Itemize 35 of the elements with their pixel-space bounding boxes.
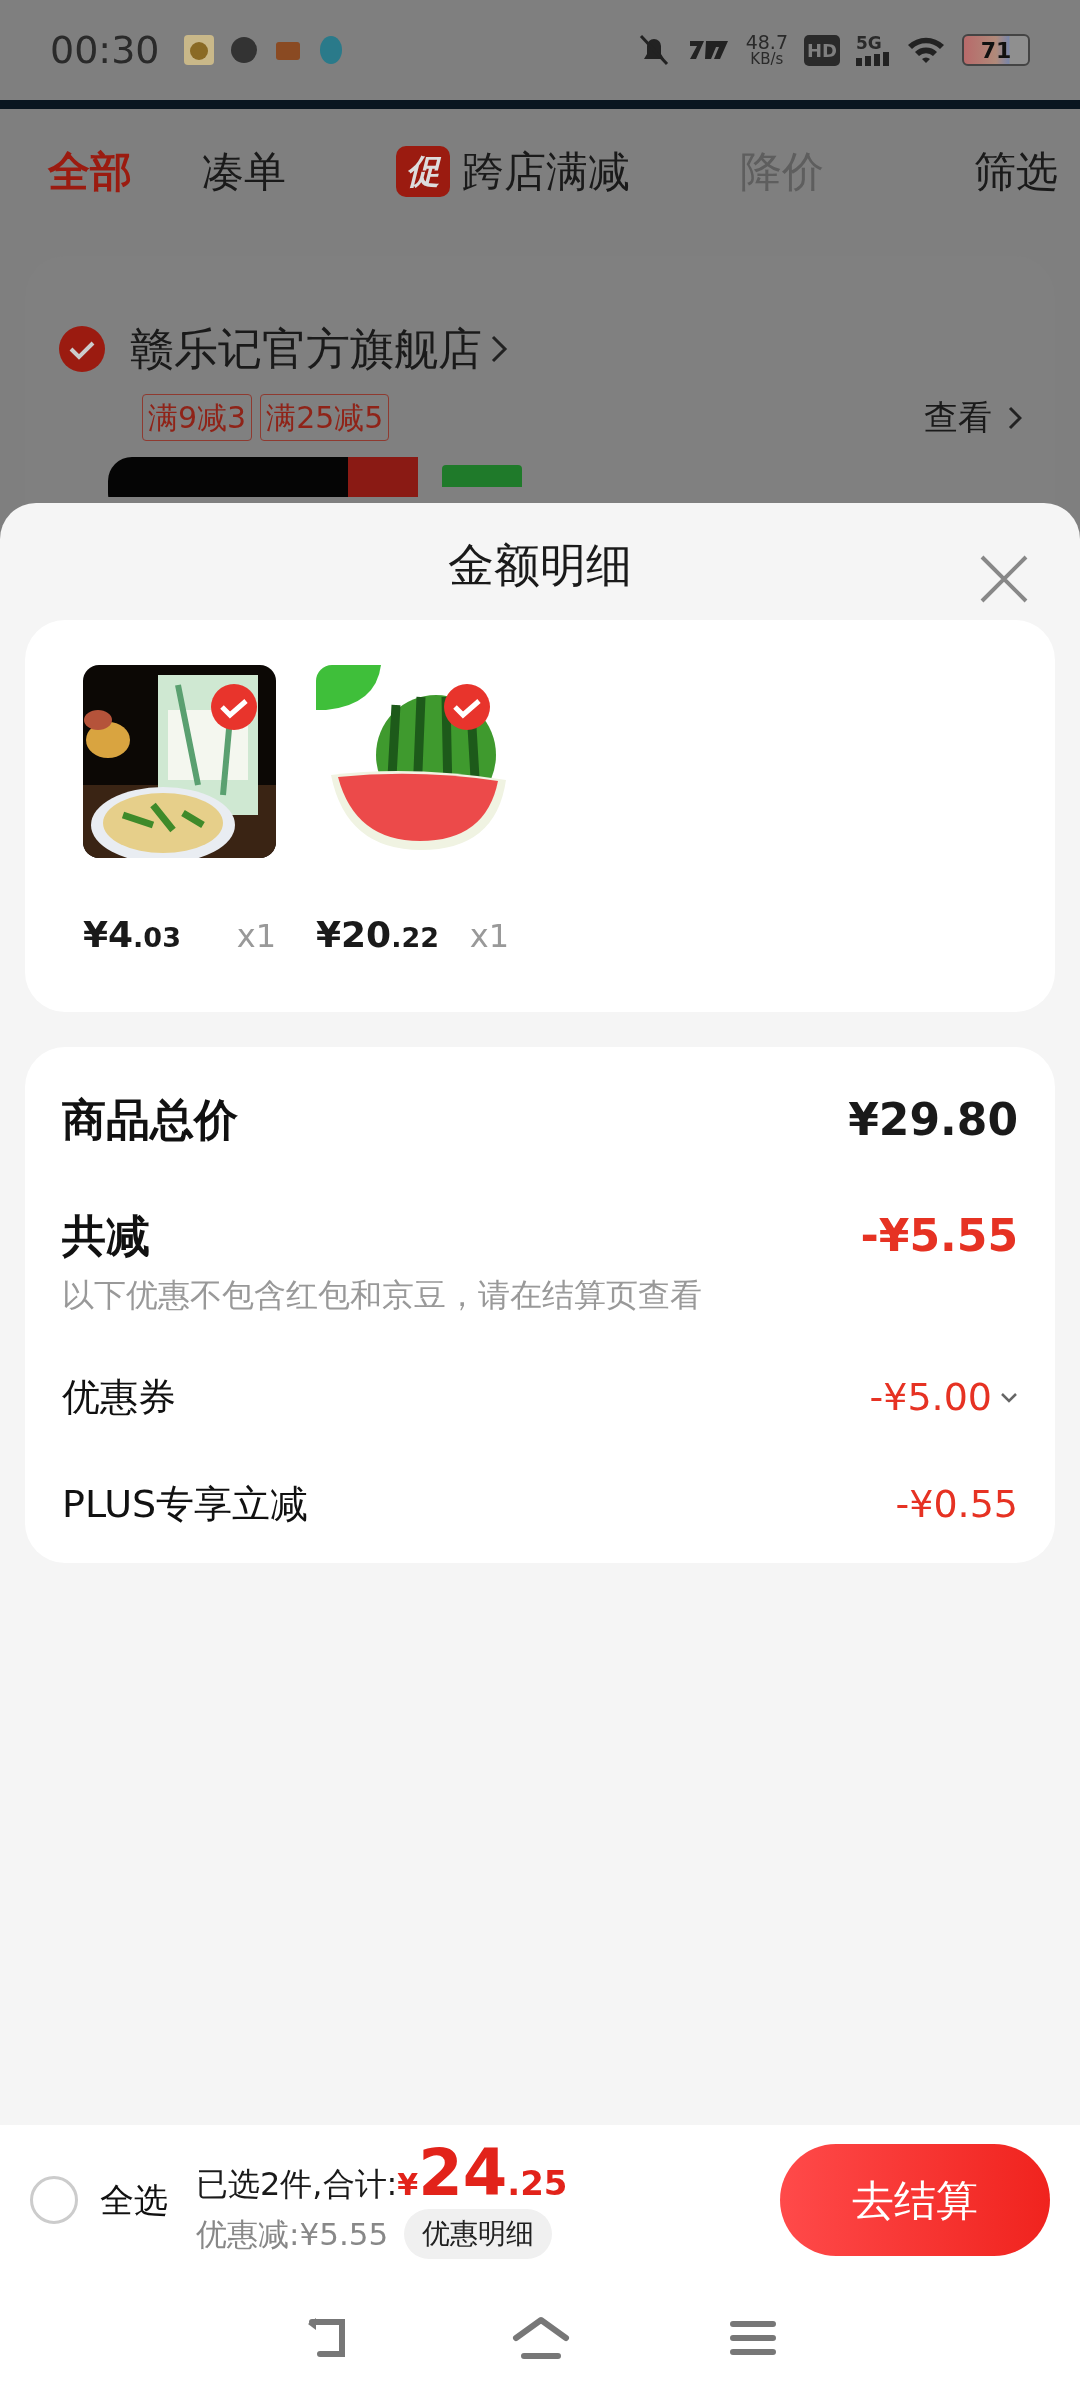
summary-label: 优惠券 (62, 1374, 176, 1421)
item-price: ¥4.03 (83, 913, 181, 957)
total-price: ¥24.25 (397, 2141, 568, 2209)
promo-tag: 满25减5 (260, 394, 390, 441)
checkout-button[interactable]: 去结算 (780, 2144, 1050, 2256)
item-quantity: x1 (236, 916, 276, 957)
summary-label: PLUS专享立减 (62, 1481, 309, 1528)
savings-text: 优惠减:¥5.55 (196, 2214, 389, 2254)
tab-label: 跨店满减 (462, 146, 630, 198)
summary-label: 共减 (62, 1209, 150, 1263)
summary-value: -¥0.55 (895, 1481, 1018, 1528)
summary-value: ¥29.80 (848, 1093, 1018, 1147)
summary-label: 商品总价 (62, 1093, 238, 1147)
battery-indicator: 71 (962, 34, 1030, 66)
summary-note: 以下优惠不包含红包和京豆，请在结算页查看 (62, 1275, 703, 1316)
hd-badge: HD (804, 34, 840, 66)
network-type: 5G (856, 34, 883, 52)
tab[interactable]: 促 跨店满减 (396, 140, 630, 203)
tab[interactable]: 筛选 (974, 140, 1058, 203)
network-speed-unit: KB/s (750, 52, 784, 67)
network-speed: 48.7 (745, 33, 788, 52)
tab[interactable]: 凑单 (202, 140, 286, 203)
summary-value: -¥5.00 (869, 1374, 992, 1421)
item-quantity: x1 (469, 916, 509, 957)
store-link[interactable]: 赣乐记官方旗舰店 (130, 316, 508, 382)
status-time: 00:30 (50, 26, 160, 74)
select-all-label: 全选 (100, 2178, 168, 2222)
selected-summary: 已选2件,合计: (196, 2164, 398, 2205)
summary-value: -¥5.55 (860, 1209, 1018, 1263)
item-price: ¥20.22 (316, 913, 439, 957)
view-link[interactable]: 查看 (924, 392, 1022, 443)
promo-badge: 促 (396, 146, 450, 197)
promo-tag: 满9减3 (142, 394, 253, 441)
price-details-button[interactable]: 优惠明细 (404, 2209, 553, 2259)
sheet-title: 金额明细 (448, 537, 632, 594)
